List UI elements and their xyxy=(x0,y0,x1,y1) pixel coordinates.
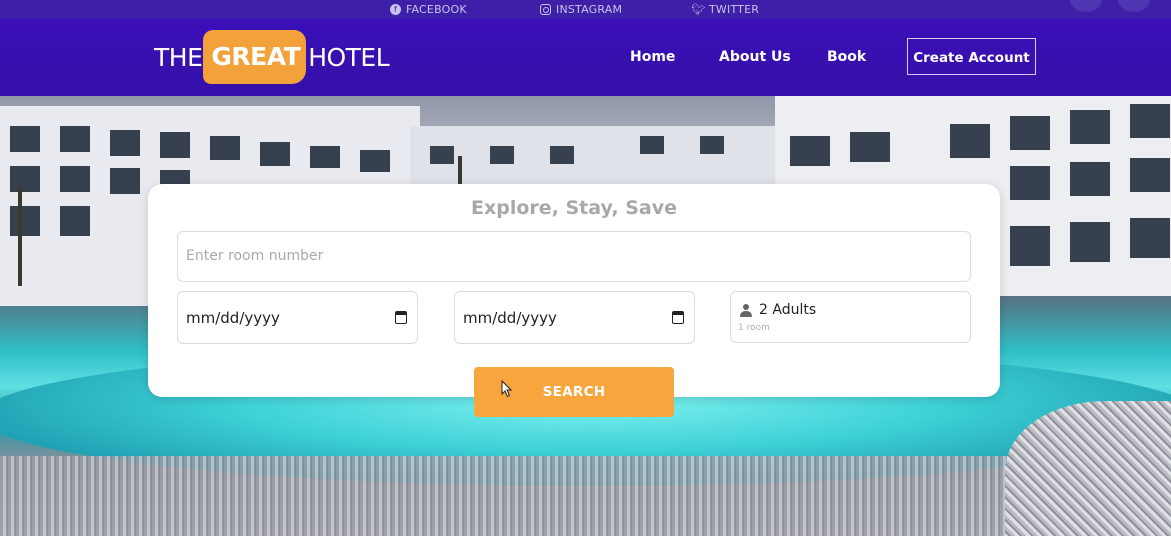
instagram-link[interactable]: INSTAGRAM xyxy=(540,3,622,16)
calendar-icon[interactable] xyxy=(672,311,684,324)
guests-selector[interactable]: 2 Adults 1 room xyxy=(730,291,971,343)
facebook-label: FACEBOOK xyxy=(406,3,467,16)
palm-tree xyxy=(18,186,22,286)
twitter-label: TWITTER xyxy=(709,3,760,16)
corner-circle-right xyxy=(1118,0,1150,12)
twitter-icon: 🐦︎ xyxy=(691,3,706,16)
guests-adults: 2 Adults xyxy=(759,302,817,318)
create-account-button[interactable]: Create Account xyxy=(907,38,1036,75)
facebook-icon: f xyxy=(390,4,401,15)
nav-links: Home About Us Book Create Account xyxy=(0,38,1171,76)
instagram-icon xyxy=(540,4,551,15)
pool-deck xyxy=(0,456,1171,536)
corner-circle-left xyxy=(1070,0,1102,12)
search-card-title: Explore, Stay, Save xyxy=(470,197,677,219)
social-bar: f FACEBOOK INSTAGRAM 🐦︎ TWITTER xyxy=(0,0,1171,19)
calendar-icon[interactable] xyxy=(395,311,407,324)
check-out-date-value: mm/dd/yyyy xyxy=(463,309,557,327)
navbar: THE GREAT HOTEL Home About Us Book Creat… xyxy=(0,19,1171,96)
room-number-placeholder: Enter room number xyxy=(186,248,324,264)
check-out-date-input[interactable]: mm/dd/yyyy xyxy=(454,291,695,344)
check-in-date-value: mm/dd/yyyy xyxy=(186,309,280,327)
twitter-link[interactable]: 🐦︎ TWITTER xyxy=(691,3,760,16)
guests-rooms: 1 room xyxy=(738,323,770,333)
nav-book[interactable]: Book xyxy=(827,38,866,76)
check-in-date-input[interactable]: mm/dd/yyyy xyxy=(177,291,418,344)
nav-about-us[interactable]: About Us xyxy=(719,38,791,76)
nav-home[interactable]: Home xyxy=(630,38,675,76)
search-card: Explore, Stay, Save Enter room number mm… xyxy=(148,184,1000,397)
facebook-link[interactable]: f FACEBOOK xyxy=(390,3,467,16)
instagram-label: INSTAGRAM xyxy=(556,3,623,16)
person-icon xyxy=(740,304,752,318)
room-number-input[interactable]: Enter room number xyxy=(177,231,971,282)
